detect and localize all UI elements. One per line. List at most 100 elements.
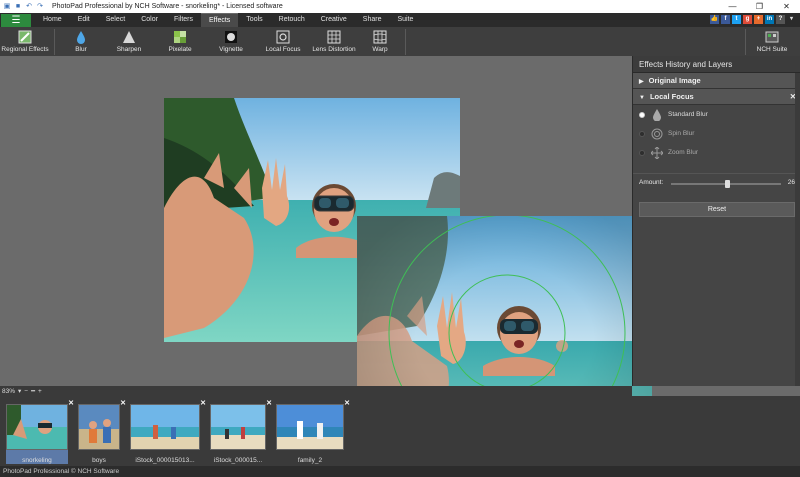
sharpen-button[interactable]: Sharpen xyxy=(103,27,155,56)
close-button[interactable]: ✕ xyxy=(773,0,800,13)
twitter-icon[interactable]: t xyxy=(732,15,741,24)
layer-local-focus[interactable]: ▼ Local Focus ✕ xyxy=(633,89,800,105)
local-focus-icon xyxy=(276,30,290,44)
app-icon: ▣ xyxy=(3,2,11,10)
tab-home[interactable]: Home xyxy=(35,13,70,27)
window-controls: — ❐ ✕ xyxy=(719,0,800,13)
vignette-label: Vignette xyxy=(219,46,243,53)
help-icon[interactable]: ? xyxy=(776,15,785,24)
status-bar: PhotoPad Professional © NCH Software xyxy=(0,466,800,477)
linkedin-icon[interactable]: in xyxy=(765,15,774,24)
close-icon[interactable]: ✕ xyxy=(68,399,74,407)
close-icon[interactable]: ✕ xyxy=(266,399,272,407)
thumbnail-label: family_2 xyxy=(297,457,323,464)
regional-effects-button[interactable]: Regional Effects xyxy=(0,27,50,56)
filmstrip: ✕ snorkeling ✕ boys ✕ iStock_000015013..… xyxy=(0,396,800,466)
tab-effects[interactable]: Effects xyxy=(201,13,239,27)
pixelate-button[interactable]: Pixelate xyxy=(155,27,205,56)
vignette-icon xyxy=(224,30,238,44)
option-spin-blur[interactable]: Spin Blur xyxy=(633,124,800,143)
filmstrip-item[interactable]: ✕ snorkeling xyxy=(6,400,74,464)
thumbnail-label: iStock_000015013... xyxy=(135,457,195,464)
social-icons: 👍 f t g + in ? ▾ xyxy=(710,15,796,24)
tab-creative[interactable]: Creative xyxy=(313,13,355,27)
share-icon[interactable]: + xyxy=(754,15,763,24)
layer-original-image[interactable]: ▶ Original Image xyxy=(633,73,800,89)
effects-history-panel: Effects History and Layers ▶ Original Ima… xyxy=(632,56,800,386)
chevron-down-icon[interactable]: ▾ xyxy=(787,15,796,24)
thumbs-up-icon[interactable]: 👍 xyxy=(710,15,719,24)
lens-distortion-button[interactable]: Lens Distortion xyxy=(309,27,359,56)
pixelate-icon xyxy=(173,30,187,44)
toolbar-divider xyxy=(745,29,746,55)
google-plus-icon[interactable]: g xyxy=(743,15,752,24)
close-icon[interactable]: ✕ xyxy=(120,399,126,407)
local-focus-button[interactable]: Local Focus xyxy=(257,27,309,56)
close-icon[interactable]: ✕ xyxy=(344,399,350,407)
tab-color[interactable]: Color xyxy=(133,13,166,27)
blur-icon xyxy=(74,30,88,44)
redo-icon[interactable]: ↷ xyxy=(36,3,44,11)
tab-filters[interactable]: Filters xyxy=(166,13,201,27)
blur-button[interactable]: Blur xyxy=(59,27,103,56)
filmstrip-item[interactable]: ✕ iStock_000015013... xyxy=(130,400,206,464)
menu-tabs: Home Edit Select Color Filters Effects T… xyxy=(35,13,421,27)
reset-button[interactable]: Reset xyxy=(639,202,795,217)
radio-button[interactable] xyxy=(639,149,645,156)
option-label: Spin Blur xyxy=(668,130,695,137)
facebook-icon[interactable]: f xyxy=(721,15,730,24)
blur-label: Blur xyxy=(75,46,87,53)
save-icon[interactable]: ■ xyxy=(14,3,22,11)
filmstrip-item[interactable]: ✕ iStock_000015... xyxy=(210,400,272,464)
lens-distortion-label: Lens Distortion xyxy=(312,46,356,53)
amount-slider-thumb[interactable] xyxy=(725,180,730,188)
zoom-bar: 83% ▾ − ━ + xyxy=(0,386,632,396)
warp-label: Warp xyxy=(372,46,388,53)
zoom-level: 83% xyxy=(2,387,16,395)
regional-effects-icon xyxy=(18,30,32,44)
warp-button[interactable]: Warp xyxy=(359,27,401,56)
undo-icon[interactable]: ↶ xyxy=(25,3,33,11)
vignette-button[interactable]: Vignette xyxy=(205,27,257,56)
filmstrip-item[interactable]: ✕ boys xyxy=(78,400,126,464)
warp-icon xyxy=(373,30,387,44)
sharpen-label: Sharpen xyxy=(116,46,142,53)
filmstrip-item[interactable]: ✕ family_2 xyxy=(276,400,350,464)
nch-suite-icon xyxy=(765,30,779,44)
zoom-in-icon[interactable]: + xyxy=(38,388,42,395)
nch-suite-button[interactable]: NCH Suite xyxy=(750,27,794,56)
tab-tools[interactable]: Tools xyxy=(238,13,270,27)
zoom-dropdown-icon[interactable]: ▾ xyxy=(18,387,21,395)
panel-scrollbar[interactable] xyxy=(795,73,800,386)
window-title: PhotoPad Professional by NCH Software - … xyxy=(52,3,283,10)
option-zoom-blur[interactable]: Zoom Blur xyxy=(633,143,800,162)
close-icon[interactable]: ✕ xyxy=(200,399,206,407)
zoom-arrows-icon xyxy=(651,146,663,159)
radio-button[interactable] xyxy=(639,130,645,137)
tab-suite[interactable]: Suite xyxy=(389,13,421,27)
thumbnail-label: snorkeling xyxy=(22,457,52,464)
image-canvas[interactable] xyxy=(0,56,652,460)
radio-button[interactable] xyxy=(639,111,645,118)
tab-select[interactable]: Select xyxy=(98,13,133,27)
option-standard-blur[interactable]: Standard Blur xyxy=(633,105,800,124)
maximize-button[interactable]: ❐ xyxy=(746,0,773,13)
minimize-button[interactable]: — xyxy=(719,0,746,13)
option-label: Zoom Blur xyxy=(668,149,698,156)
thumbnail-image xyxy=(130,404,200,450)
thumbnail-image xyxy=(210,404,266,450)
spiral-icon xyxy=(651,128,663,140)
panel-header: Effects History and Layers xyxy=(633,56,800,73)
effects-toolbar: Regional Effects Blur Sharpen Pixelate V… xyxy=(0,27,800,56)
regional-effects-label: Regional Effects xyxy=(1,46,49,53)
caret-right-icon: ▶ xyxy=(639,79,644,85)
thumbnail-label: iStock_000015... xyxy=(213,457,263,464)
tab-retouch[interactable]: Retouch xyxy=(271,13,313,27)
main-menu-button[interactable]: ☰ xyxy=(1,13,31,27)
zoom-out-icon[interactable]: − xyxy=(24,388,28,395)
zoom-slider-icon[interactable]: ━ xyxy=(31,387,35,395)
tab-share[interactable]: Share xyxy=(355,13,390,27)
layer-label: Original Image xyxy=(648,76,701,85)
toolbar-divider xyxy=(54,29,55,55)
tab-edit[interactable]: Edit xyxy=(70,13,98,27)
